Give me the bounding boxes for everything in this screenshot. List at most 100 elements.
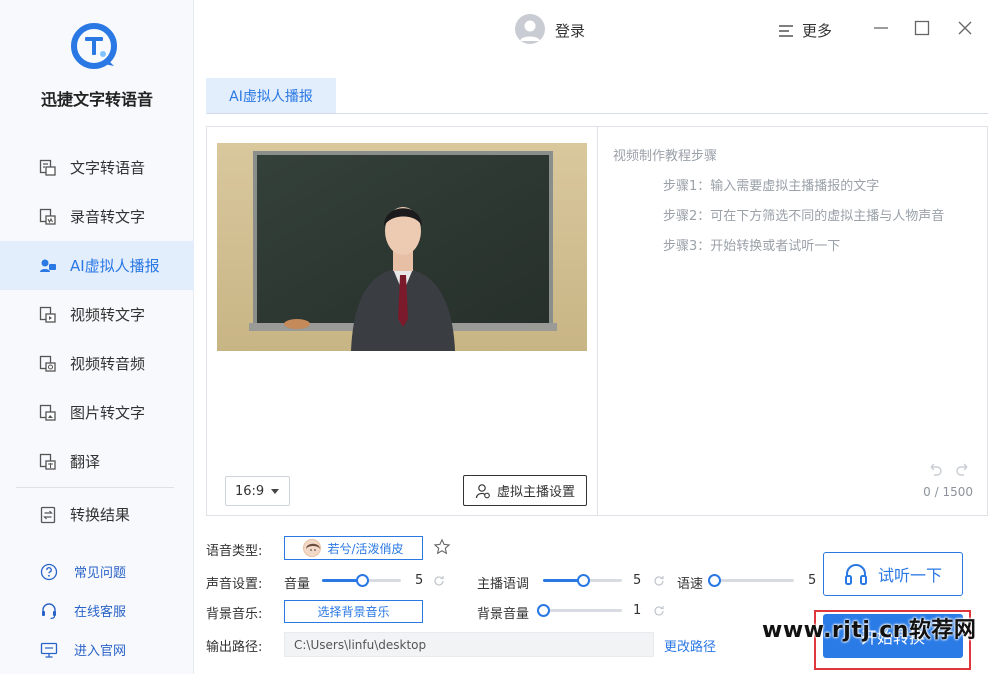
headphones-icon: [844, 564, 867, 585]
sidebar-item-translate[interactable]: 翻译: [0, 437, 194, 486]
video-to-audio-icon: [38, 354, 58, 374]
reset-icon[interactable]: [433, 575, 445, 587]
bgm-volume-slider[interactable]: [537, 604, 622, 617]
speed-slider-knob[interactable]: [708, 574, 721, 587]
tab-divider: [206, 113, 988, 114]
volume-value: 5: [415, 573, 424, 588]
sound-settings-label: 声音设置:: [206, 577, 263, 592]
sidebar-item-label: 翻译: [70, 453, 101, 471]
sidebar-item-convert-result[interactable]: 转换结果: [0, 490, 194, 539]
close-icon: [958, 21, 972, 35]
sidebar-item-virtual-anchor[interactable]: AI虚拟人播报: [0, 241, 194, 290]
bgm-volume-slider-knob[interactable]: [537, 604, 550, 617]
sidebar-item-label: 视频转音频: [70, 355, 146, 373]
voice-avatar: [303, 539, 322, 557]
maximize-button[interactable]: [910, 16, 934, 40]
voice-type-button[interactable]: 若兮/活泼俏皮: [284, 536, 423, 560]
tutorial-step: 步骤3：开始转换或者试听一下: [663, 239, 841, 254]
close-button[interactable]: [953, 16, 977, 40]
select-bgm-button[interactable]: 选择背景音乐: [284, 600, 423, 623]
tone-slider[interactable]: [543, 574, 622, 587]
bgm-volume-value: 1: [633, 603, 642, 618]
tone-slider-knob[interactable]: [576, 574, 590, 587]
output-path-field[interactable]: C:\Users\linfu\desktop: [284, 632, 654, 657]
faq-link[interactable]: 常见问题: [0, 552, 194, 591]
tab-virtual-anchor[interactable]: AI虚拟人播报: [206, 78, 336, 113]
anchor-settings-button[interactable]: 虚拟主播设置: [463, 475, 587, 506]
sidebar-divider: [16, 487, 174, 488]
sidebar-item-label: 文字转语音: [70, 159, 146, 177]
sidebar-item-label: 视频转文字: [70, 306, 146, 324]
sidebar-nav: 文字转语音 录音转文字 AI虚拟人播报 视频转文字 视频转音频 图片转文字 翻译: [0, 143, 194, 486]
watermark-text: www.rjtj.cn软荐网: [762, 618, 977, 643]
tone-value: 5: [633, 573, 642, 588]
more-label: 更多: [802, 22, 833, 40]
listen-label: 试听一下: [877, 566, 942, 585]
minimize-icon: [874, 27, 888, 29]
headset-icon: [40, 602, 58, 620]
sidebar-item-label: AI虚拟人播报: [70, 257, 160, 275]
tutorial-title: 视频制作教程步骤: [613, 149, 718, 164]
sidebar-item-video-to-audio[interactable]: 视频转音频: [0, 339, 194, 388]
text-input-area[interactable]: 视频制作教程步骤 步骤1：输入需要虚拟主播播报的文字 步骤2：可在下方筛选不同的…: [599, 127, 987, 515]
dropdown-arrow-icon: [270, 484, 280, 499]
change-path-link[interactable]: 更改路径: [664, 636, 716, 655]
redo-icon[interactable]: [955, 463, 971, 481]
reset-icon[interactable]: [653, 605, 665, 617]
aspect-ratio-value: 16:9: [235, 483, 265, 499]
minimize-button[interactable]: [869, 16, 893, 40]
more-menu[interactable]: 更多: [778, 20, 832, 41]
virtual-anchor-icon: [38, 256, 58, 276]
speed-slider[interactable]: [708, 574, 794, 587]
listen-button[interactable]: 试听一下: [823, 552, 963, 596]
video-to-text-icon: [38, 305, 58, 325]
sidebar-item-label: 图片转文字: [70, 404, 146, 422]
tutorial-step: 步骤1：输入需要虚拟主播播报的文字: [663, 179, 880, 194]
voice-type-value: 若兮/活泼俏皮: [327, 541, 404, 556]
tutorial-step: 步骤2：可在下方筛选不同的虚拟主播与人物声音: [663, 209, 945, 224]
translate-icon: [38, 452, 58, 472]
anchor-preview-image: [217, 143, 587, 351]
online-service-link[interactable]: 在线客服: [0, 591, 194, 630]
text-to-speech-icon: [38, 158, 58, 178]
sidebar-result: 转换结果: [0, 490, 194, 539]
editor-panel: 16:9 虚拟主播设置 视频制作教程步骤 步骤1：输入需要虚拟主播播报的文字 步…: [206, 126, 988, 516]
voice-type-label: 语音类型:: [206, 544, 263, 559]
favorite-star-icon[interactable]: [433, 538, 451, 556]
menu-icon: [778, 24, 794, 38]
official-site-link[interactable]: 进入官网: [0, 630, 194, 669]
login-link[interactable]: 登录: [555, 20, 585, 41]
convert-result-icon: [38, 505, 58, 525]
image-to-text-icon: [38, 403, 58, 423]
aspect-ratio-select[interactable]: 16:9: [225, 476, 290, 506]
sidebar-item-label: 转换结果: [70, 506, 131, 524]
volume-label: 音量: [284, 577, 311, 592]
online-service-label: 在线客服: [74, 605, 127, 620]
app-name: 迅捷文字转语音: [40, 90, 153, 109]
volume-slider-knob[interactable]: [355, 574, 369, 587]
tone-label: 主播语调: [477, 577, 530, 592]
bgm-volume-label: 背景音量: [477, 607, 530, 622]
speed-value: 5: [808, 573, 817, 588]
official-site-label: 进入官网: [74, 644, 127, 659]
reset-icon[interactable]: [653, 575, 665, 587]
recording-to-text-icon: [38, 207, 58, 227]
sidebar-item-image-to-text[interactable]: 图片转文字: [0, 388, 194, 437]
user-avatar[interactable]: [515, 14, 545, 44]
sidebar-item-label: 录音转文字: [70, 208, 146, 226]
undo-redo: [927, 463, 971, 481]
preview-pane: 16:9 虚拟主播设置: [207, 127, 598, 515]
speed-label: 语速: [677, 577, 704, 592]
maximize-icon: [914, 20, 930, 36]
sidebar-item-video-to-text[interactable]: 视频转文字: [0, 290, 194, 339]
bgm-label: 背景音乐:: [206, 607, 263, 622]
sidebar: 迅捷文字转语音 文字转语音 录音转文字 AI虚拟人播报 视频转文字 视频转音频 …: [0, 0, 194, 674]
undo-icon[interactable]: [927, 463, 943, 481]
volume-slider[interactable]: [322, 574, 401, 587]
app-logo: [70, 22, 120, 72]
sidebar-item-recording-to-text[interactable]: 录音转文字: [0, 192, 194, 241]
help-links: 常见问题 在线客服 进入官网: [0, 552, 194, 669]
output-path-label: 输出路径:: [206, 640, 263, 655]
question-icon: [40, 563, 58, 581]
sidebar-item-text-to-speech[interactable]: 文字转语音: [0, 143, 194, 192]
